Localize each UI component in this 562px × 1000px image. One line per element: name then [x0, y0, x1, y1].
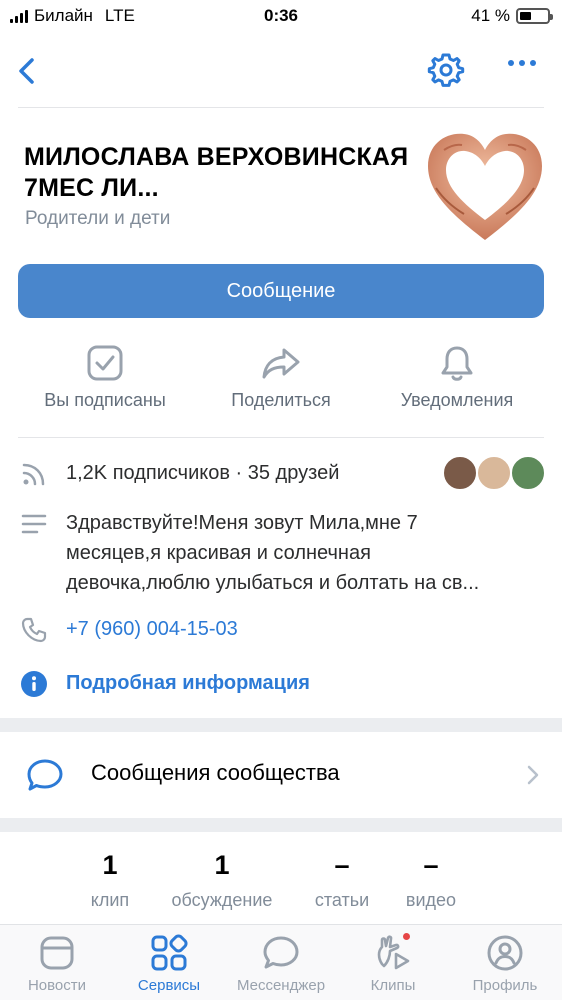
description-line: девочка,люблю улыбаться и болтать на св.… [66, 572, 480, 594]
details-link[interactable]: Подробная информация [66, 668, 310, 698]
divider [18, 437, 544, 438]
section-separator [0, 818, 562, 832]
tab-label: Новости [27, 977, 87, 994]
gear-icon[interactable] [426, 50, 466, 90]
rss-icon [20, 460, 48, 488]
tab-profile[interactable]: Профиль [449, 933, 561, 994]
tab-clips[interactable]: Клипы [337, 933, 449, 994]
check-square-icon [20, 344, 190, 382]
counter-value: – [423, 850, 439, 880]
share-button[interactable]: Поделиться [196, 344, 366, 411]
phone-row[interactable]: +7 (960) 004-15-03 [0, 614, 562, 646]
subscribed-button[interactable]: Вы подписаны [20, 344, 190, 411]
tab-services[interactable]: Сервисы [113, 933, 225, 994]
phone-icon [20, 616, 48, 644]
battery-level [520, 12, 531, 20]
chevron-right-icon [526, 764, 540, 791]
description-line: Здравствуйте!Меня зовут Мила,мне 7 [66, 512, 418, 534]
counter-value: 1 [102, 850, 118, 880]
status-right: 41 % [471, 6, 553, 26]
counter-label: клип [90, 890, 130, 910]
tab-messenger[interactable]: Мессенджер [225, 933, 337, 994]
notifications-label: Уведомления [400, 390, 514, 410]
friend-avatar [510, 455, 546, 491]
profile-icon [449, 933, 561, 973]
info-icon [20, 670, 48, 698]
share-label: Поделиться [231, 390, 331, 410]
friend-avatar [442, 455, 478, 491]
chat-bubble-icon [26, 758, 64, 797]
friend-avatar [476, 455, 512, 491]
counter-value: 1 [214, 850, 230, 880]
action-row: Вы подписаны Поделиться Уведомления [0, 344, 562, 420]
more-dots-icon[interactable] [508, 60, 536, 66]
tab-label: Сервисы [137, 977, 201, 994]
chevron-left-icon[interactable] [12, 50, 46, 90]
counter-videos[interactable]: – видео [376, 850, 486, 911]
notifications-button[interactable]: Уведомления [372, 344, 542, 411]
avatar[interactable] [424, 128, 546, 246]
counter-discussions[interactable]: 1 обсуждение [167, 850, 277, 911]
tab-label: Клипы [370, 977, 416, 994]
details-row[interactable]: Подробная информация [0, 668, 562, 700]
counter-clips[interactable]: 1 клип [55, 850, 165, 911]
share-arrow-icon [196, 344, 366, 382]
counter-label: видео [405, 890, 457, 910]
subscribed-label: Вы подписаны [44, 390, 166, 410]
community-category: Родители и дети [25, 208, 171, 229]
clips-icon [337, 933, 449, 973]
divider [18, 107, 544, 108]
bell-icon [372, 344, 542, 382]
tab-label: Профиль [472, 977, 538, 994]
battery-icon [516, 8, 553, 24]
friends-avatars[interactable] [442, 455, 546, 493]
tab-bar: Новости Сервисы Мессенджер Клипы Профиль [0, 924, 562, 1000]
text-lines-icon [20, 510, 48, 538]
tab-news[interactable]: Новости [1, 933, 113, 994]
status-bar: Билайн LTE 0:36 41 % [0, 0, 562, 34]
description-row[interactable]: Здравствуйте!Меня зовут Мила,мне 7 месяц… [0, 508, 562, 600]
counter-label: обсуждение [171, 890, 273, 910]
message-button[interactable]: Сообщение [18, 264, 544, 318]
community-messages-label: Сообщения сообщества [91, 760, 340, 785]
counters-row: 1 клип 1 обсуждение – статьи – видео [0, 850, 562, 920]
tab-label: Мессенджер [236, 977, 326, 994]
followers-count: 1,2K подписчиков · 35 друзей [66, 462, 340, 484]
section-separator [0, 718, 562, 732]
nav-bar [0, 40, 562, 100]
messenger-icon [225, 933, 337, 973]
description-line: месяцев,я красивая и солнечная [66, 542, 371, 564]
battery-percent: 41 % [471, 6, 510, 25]
news-icon [1, 933, 113, 973]
phone-link[interactable]: +7 (960) 004-15-03 [66, 614, 238, 644]
page-title: МИЛОСЛАВА ВЕРХОВИНСКАЯ 7МЕС ЛИ... [24, 143, 409, 202]
community-messages-row[interactable]: Сообщения сообщества [0, 734, 562, 816]
services-icon [113, 933, 225, 973]
notification-dot [403, 933, 410, 940]
